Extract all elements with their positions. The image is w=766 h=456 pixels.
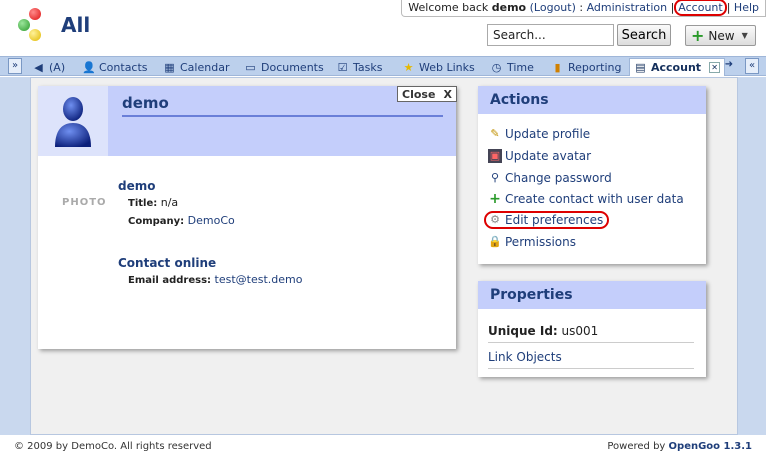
close-x: X — [443, 87, 452, 101]
scroll-right-button[interactable]: « — [745, 58, 759, 74]
left-panel-strip — [0, 77, 30, 435]
documents-icon: ▭ — [245, 60, 256, 74]
photo-placeholder: PHOTO — [62, 197, 107, 208]
contact-name-heading: demo — [118, 179, 156, 193]
help-link[interactable]: Help — [734, 1, 759, 14]
card-header: demo Close X — [38, 86, 457, 156]
image-icon: ▣ — [488, 149, 502, 163]
new-button[interactable]: + New ▼ — [685, 25, 756, 46]
avatar — [38, 86, 108, 156]
title-value: n/a — [160, 196, 179, 209]
change-password-link[interactable]: ⚲ Change password — [488, 171, 612, 185]
user-bar: Welcome back demo (Logout) : Administrat… — [401, 0, 766, 17]
tab-account[interactable]: ▤ Account ✕ — [629, 58, 726, 76]
star-icon: ★ — [403, 60, 414, 74]
clock-icon: ◷ — [491, 60, 502, 74]
plus-icon: + — [489, 191, 501, 207]
pencil-icon: ✎ — [490, 127, 500, 140]
update-profile-link[interactable]: ✎ Update profile — [488, 127, 590, 141]
title-underline — [122, 115, 443, 117]
gear-icon: ⚙ — [490, 213, 500, 226]
powered-by: Powered by OpenGoo 1.3.1 — [607, 441, 752, 452]
tab-scroll-right-icon[interactable]: ➜ — [722, 58, 736, 74]
create-contact-link[interactable]: + Create contact with user data — [488, 192, 684, 206]
company-link[interactable]: DemoCo — [188, 214, 235, 227]
contacts-icon: 👤 — [82, 60, 96, 74]
tab-contacts[interactable]: 👤 Contacts — [82, 58, 148, 76]
tab-tasks[interactable]: ☑ Tasks — [336, 58, 383, 76]
title-field: Title: n/a — [128, 196, 179, 209]
arrow-left-icon: ◀ — [34, 60, 43, 74]
divider — [488, 342, 694, 343]
close-button[interactable]: Close X — [397, 86, 457, 102]
email-field: Email address: test@test.demo — [128, 273, 303, 286]
close-icon[interactable]: ✕ — [709, 62, 721, 73]
account-link[interactable]: Account — [674, 0, 727, 16]
permissions-link[interactable]: 🔒 Permissions — [488, 235, 576, 249]
tab-bar: » ◀ (A) 👤 Contacts ▦ Calendar ▭ Document… — [0, 56, 766, 76]
key-icon: ⚲ — [490, 171, 500, 184]
divider — [488, 368, 694, 369]
scroll-left-button[interactable]: » — [8, 58, 22, 74]
update-avatar-link[interactable]: ▣ Update avatar — [488, 149, 591, 163]
tab-previous[interactable]: ◀ (A) — [32, 58, 65, 76]
tab-reporting[interactable]: ▮ Reporting — [551, 58, 621, 76]
actions-panel: Actions ✎ Update profile ▣ Update avatar… — [478, 86, 706, 264]
unique-id-row: Unique Id: us001 — [488, 324, 599, 338]
tasks-icon: ☑ — [337, 60, 348, 74]
plus-icon: + — [691, 25, 705, 45]
tab-documents[interactable]: ▭ Documents — [244, 58, 323, 76]
tab-time[interactable]: ◷ Time — [490, 58, 534, 76]
logout-link[interactable]: (Logout) — [530, 1, 576, 14]
user-card: demo Close X PHOTO demo Title: n/a Compa… — [38, 86, 457, 349]
administration-link[interactable]: Administration — [587, 1, 668, 14]
user-silhouette-icon — [55, 97, 91, 147]
unique-id-value: us001 — [561, 324, 599, 338]
properties-title: Properties — [478, 281, 706, 309]
company-field: Company: DemoCo — [128, 214, 235, 227]
search-button[interactable]: Search — [617, 24, 671, 46]
properties-panel: Properties Unique Id: us001 Link Objects — [478, 281, 706, 377]
card-title: demo — [122, 94, 169, 112]
chevron-down-icon: ▼ — [741, 31, 748, 40]
account-icon: ▤ — [635, 61, 646, 74]
contact-online-heading: Contact online — [118, 256, 217, 270]
chart-icon: ▮ — [554, 60, 561, 74]
edit-preferences-link[interactable]: ⚙ Edit preferences — [484, 211, 610, 229]
copyright-text: © 2009 by DemoCo. All rights reserved — [14, 441, 212, 452]
welcome-text: Welcome back — [408, 1, 489, 14]
actions-title: Actions — [478, 86, 706, 114]
lock-user-icon: 🔒 — [488, 235, 502, 248]
calendar-icon: ▦ — [164, 60, 175, 74]
app-logo — [18, 8, 52, 42]
link-objects-link[interactable]: Link Objects — [488, 350, 694, 364]
search-input[interactable] — [487, 24, 614, 46]
right-panel-strip — [738, 77, 766, 435]
tab-calendar[interactable]: ▦ Calendar — [163, 58, 229, 76]
username: demo — [491, 1, 527, 14]
footer: © 2009 by DemoCo. All rights reserved Po… — [0, 438, 766, 456]
tab-web-links[interactable]: ★ Web Links — [402, 58, 475, 76]
workspace-title: All — [61, 13, 91, 37]
product-link[interactable]: OpenGoo 1.3.1 — [669, 441, 752, 452]
email-link[interactable]: test@test.demo — [215, 273, 303, 286]
